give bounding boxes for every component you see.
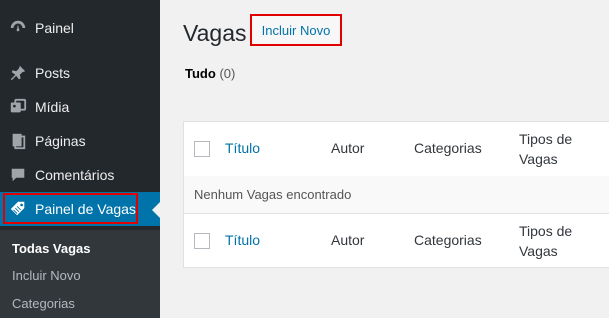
empty-message: Nenhum Vagas encontrado [194,187,352,202]
select-all-checkbox-footer[interactable] [194,233,210,249]
sidebar-item-painel[interactable]: Painel [0,11,160,45]
column-titulo-footer[interactable]: Título [225,232,260,248]
filter-all-link[interactable]: Tudo [185,66,216,81]
page-title: Vagas [183,20,247,46]
select-all-checkbox[interactable] [194,141,210,157]
comments-icon [8,165,28,185]
table-header: Título Autor Categorias Tipos de Vagas [184,122,609,177]
pages-icon [8,131,28,151]
sidebar-item-label: Mídia [35,99,70,115]
column-autor-footer: Autor [331,232,365,248]
column-tipos-de-vagas: Tipos de Vagas [519,131,573,167]
column-autor: Autor [331,140,365,156]
sidebar-item-painel-de-vagas[interactable]: Painel de Vagas [0,192,160,226]
add-new-button[interactable]: Incluir Novo [250,14,342,46]
admin-sidebar: Painel Posts Mídia Páginas Comentários P… [0,0,160,318]
sidebar-item-label: Painel [35,20,74,36]
dashboard-icon [8,18,28,38]
active-indicator [152,202,160,218]
submenu-item-incluir-novo[interactable]: Incluir Novo [12,268,81,283]
sidebar-item-label: Posts [35,65,71,81]
column-tipos-de-vagas-footer: Tipos de Vagas [519,223,573,259]
sidebar-item-midia[interactable]: Mídia [0,90,160,124]
submenu-item-categorias[interactable]: Categorias [12,296,75,311]
submenu-item-todas-vagas[interactable]: Todas Vagas [12,241,91,256]
submenu: Todas Vagas Incluir Novo Categorias [0,230,160,318]
filter-count: (0) [219,66,236,81]
sidebar-item-posts[interactable]: Posts [0,56,160,90]
column-titulo[interactable]: Título [225,140,260,156]
sidebar-item-label: Páginas [35,133,86,149]
sidebar-item-comentarios[interactable]: Comentários [0,158,160,192]
table-row: Nenhum Vagas encontrado [184,176,609,213]
sidebar-item-paginas[interactable]: Páginas [0,124,160,158]
table-footer: Título Autor Categorias Tipos de Vagas [184,213,609,268]
posts-table: Título Autor Categorias Tipos de Vagas N… [183,121,609,268]
tag-icon [8,199,28,219]
status-filter: Tudo (0) [185,66,235,81]
sidebar-item-label: Painel de Vagas [35,201,136,217]
pin-icon [8,63,28,83]
sidebar-item-label: Comentários [35,167,115,183]
column-categorias: Categorias [414,140,482,156]
media-icon [8,97,28,117]
column-categorias-footer: Categorias [414,232,482,248]
